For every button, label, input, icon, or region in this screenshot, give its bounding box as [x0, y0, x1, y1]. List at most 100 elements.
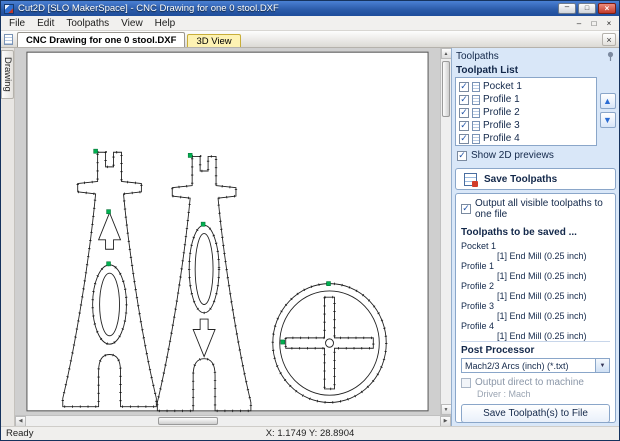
toolpaths-panel-header: Toolpaths — [455, 49, 616, 64]
post-processor-value: Mach2/3 Arcs (inch) (*.txt) — [465, 360, 569, 371]
left-tab-strip: Drawing — [1, 48, 15, 426]
show-previews-row[interactable]: Show 2D previews — [455, 148, 616, 163]
post-processor-section: Post Processor Mach2/3 Arcs (inch) (*.tx… — [461, 341, 610, 399]
toolpath-doc-icon — [472, 107, 480, 118]
horizontal-scroll-thumb[interactable] — [158, 417, 219, 425]
saved-toolpath-name: Profile 3 — [461, 301, 495, 311]
toolpath-list-item[interactable]: Profile 4 — [457, 132, 595, 145]
menu-view[interactable]: View — [115, 16, 149, 30]
scroll-down-icon[interactable]: ▼ — [440, 404, 452, 415]
drawing-side-tab[interactable]: Drawing — [1, 50, 14, 99]
toolpath-label: Profile 1 — [483, 94, 520, 105]
main-area: Drawing ▲ ▼ ◀ ▶ Toolpaths Toolpath List … — [1, 48, 619, 427]
driver-label: Driver : Mach — [477, 389, 531, 399]
saved-toolpath-entry: Profile 2 [1] End Mill (0.25 inch) — [461, 281, 610, 301]
toolpath-doc-icon — [472, 120, 480, 131]
toolpath-list-item[interactable]: Profile 1 — [457, 93, 595, 106]
show-previews-label: Show 2D previews — [471, 150, 554, 161]
document-icon — [4, 34, 13, 45]
move-up-button[interactable]: ▲ — [599, 93, 616, 109]
toolpath-list-item[interactable]: Profile 2 — [457, 106, 595, 119]
minimize-button[interactable] — [558, 3, 576, 14]
show-previews-checkbox[interactable] — [457, 150, 467, 161]
mdi-close-icon[interactable]: × — [602, 18, 616, 29]
toolpaths-panel-title: Toolpaths — [456, 51, 499, 62]
scroll-right-icon[interactable]: ▶ — [440, 415, 451, 427]
menu-toolpaths[interactable]: Toolpaths — [60, 16, 115, 30]
saved-toolpath-name: Profile 2 — [461, 281, 495, 291]
drawing-canvas[interactable] — [15, 48, 440, 415]
menu-bar: File Edit Toolpaths View Help – □ × — [1, 16, 619, 31]
mdi-restore-icon[interactable]: □ — [587, 18, 601, 29]
window-title: Cut2D [SLO MakerSpace] - CNC Drawing for… — [18, 3, 279, 14]
scroll-up-icon[interactable]: ▲ — [440, 48, 452, 59]
saved-toolpath-entry: Profile 3 [1] End Mill (0.25 inch) — [461, 301, 610, 321]
output-direct-row: Output direct to machine — [461, 377, 610, 388]
document-tab-bar: CNC Drawing for one 0 stool.DXF 3D View … — [1, 31, 619, 48]
menu-help[interactable]: Help — [149, 16, 182, 30]
saved-toolpath-tool: [1] End Mill (0.25 inch) — [497, 271, 587, 281]
toolpath-doc-icon — [472, 133, 480, 144]
saved-toolpath-name: Profile 1 — [461, 261, 495, 271]
save-toolpaths-to-file-button[interactable]: Save Toolpath(s) to File — [461, 404, 610, 423]
mdi-minimize-icon[interactable]: – — [572, 18, 586, 29]
toolpath-visibility-checkbox[interactable] — [459, 107, 469, 118]
save-toolpaths-section: Output all visible toolpaths to one file… — [455, 193, 616, 423]
tab-cnc-drawing[interactable]: CNC Drawing for one 0 stool.DXF — [17, 32, 186, 47]
output-all-checkbox[interactable] — [461, 204, 471, 214]
menu-file[interactable]: File — [3, 16, 31, 30]
scroll-left-icon[interactable]: ◀ — [15, 415, 26, 427]
toolpath-visibility-checkbox[interactable] — [459, 133, 469, 144]
save-toolpaths-title: Save Toolpaths — [484, 173, 558, 185]
vertical-scroll-thumb[interactable] — [442, 61, 450, 117]
title-bar[interactable]: Cut2D [SLO MakerSpace] - CNC Drawing for… — [1, 1, 619, 16]
toolpath-drawing-svg — [26, 51, 429, 413]
toolpath-list-title: Toolpath List — [456, 65, 519, 76]
app-icon — [4, 3, 14, 14]
save-toolpaths-to-file-label: Save Toolpath(s) to File — [483, 408, 588, 419]
material-page — [26, 51, 429, 412]
toolpath-doc-icon — [472, 94, 480, 105]
saved-toolpath-entry: Profile 4 [1] End Mill (0.25 inch) — [461, 321, 610, 341]
save-toolpaths-header: Save Toolpaths — [455, 168, 616, 190]
toolpath-visibility-checkbox[interactable] — [459, 94, 469, 105]
pin-icon[interactable] — [606, 51, 615, 62]
toolpath-doc-icon — [472, 81, 480, 92]
saved-toolpath-entry: Profile 1 [1] End Mill (0.25 inch) — [461, 261, 610, 281]
chevron-down-icon[interactable]: ▼ — [595, 359, 609, 372]
toolpath-visibility-checkbox[interactable] — [459, 120, 469, 131]
menu-edit[interactable]: Edit — [31, 16, 60, 30]
output-all-label: Output all visible toolpaths to one file — [475, 198, 603, 220]
maximize-button[interactable] — [578, 3, 596, 14]
toolpath-label: Pocket 1 — [483, 81, 522, 92]
saved-toolpath-tool: [1] End Mill (0.25 inch) — [497, 331, 587, 341]
toolpath-list-item[interactable]: Profile 3 — [457, 119, 595, 132]
saved-toolpath-name: Pocket 1 — [461, 241, 497, 251]
horizontal-scrollbar[interactable]: ◀ ▶ — [15, 415, 451, 427]
toolpath-list-item[interactable]: Pocket 1 — [457, 80, 595, 93]
cursor-coordinates: X: 1.1749 Y: 28.8904 — [265, 428, 355, 439]
move-down-button[interactable]: ▼ — [599, 112, 616, 128]
toolpath-list[interactable]: Pocket 1 Profile 1 Profile 2 — [455, 77, 597, 146]
toolpaths-to-be-saved-title: Toolpaths to be saved ... — [461, 227, 577, 238]
vertical-scroll-track[interactable] — [441, 59, 451, 404]
vertical-scrollbar[interactable]: ▲ ▼ — [440, 48, 452, 415]
horizontal-scroll-track[interactable] — [26, 416, 440, 426]
post-processor-select[interactable]: Mach2/3 Arcs (inch) (*.txt) ▼ — [461, 358, 610, 373]
mdi-window-controls: – □ × — [572, 18, 619, 29]
window-controls — [558, 3, 616, 14]
close-button[interactable] — [598, 3, 616, 14]
saved-toolpath-tool: [1] End Mill (0.25 inch) — [497, 311, 587, 321]
saved-toolpath-tool: [1] End Mill (0.25 inch) — [497, 251, 587, 261]
toolpath-visibility-checkbox[interactable] — [459, 81, 469, 92]
toolpath-label: Profile 2 — [483, 107, 520, 118]
tab-close-icon[interactable]: × — [602, 33, 616, 46]
saved-toolpath-tool: [1] End Mill (0.25 inch) — [497, 291, 587, 301]
tab-3d-view[interactable]: 3D View — [187, 34, 241, 47]
save-toolpaths-icon — [464, 172, 478, 187]
post-processor-label: Post Processor — [461, 345, 535, 356]
saved-toolpath-name: Profile 4 — [461, 321, 495, 331]
output-all-row[interactable]: Output all visible toolpaths to one file — [461, 198, 610, 220]
app-window: Cut2D [SLO MakerSpace] - CNC Drawing for… — [0, 0, 620, 441]
output-direct-checkbox[interactable] — [461, 377, 471, 388]
